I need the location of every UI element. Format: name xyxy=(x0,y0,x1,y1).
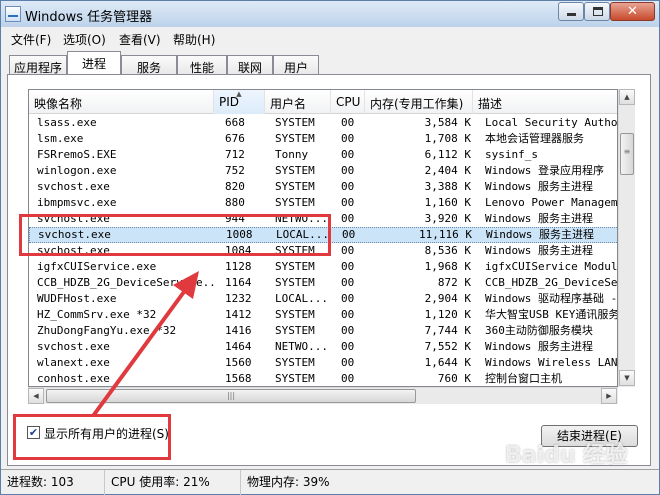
task-manager-window: Windows 任务管理器 ✕ 文件(F) 选项(O) 查看(V) 帮助(H) … xyxy=(0,0,660,495)
arrow-head xyxy=(173,271,199,299)
annotation-arrow xyxy=(91,271,199,418)
arrow-shaft xyxy=(91,283,191,418)
